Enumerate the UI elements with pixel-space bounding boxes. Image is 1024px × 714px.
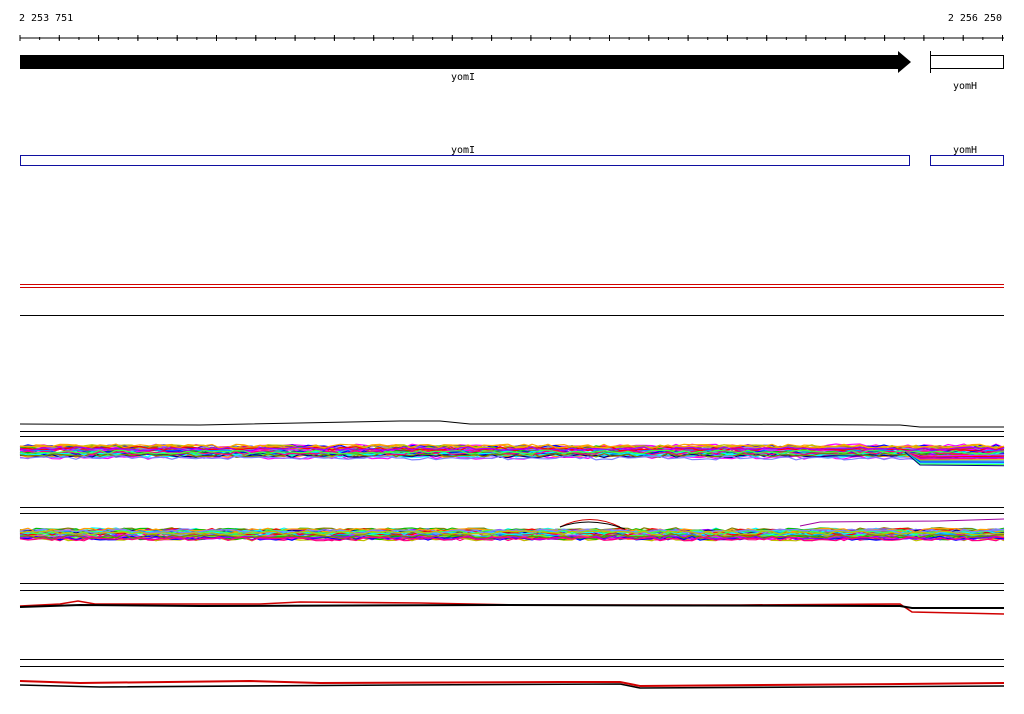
genome-browser-canvas: yomI yomH yomI yomH	[19, 35, 1005, 689]
profile-line-upper	[19, 420, 1004, 428]
expression-profile-track-4	[19, 679, 1005, 689]
gene-label-yomH: yomH	[953, 81, 977, 92]
expression-profile-track-3	[19, 600, 1005, 667]
annotation-track: yomI yomH	[20, 145, 1004, 166]
expression-profile-track-2	[19, 518, 1005, 591]
annotation-label-yomI: yomI	[451, 145, 475, 156]
gene-track: yomI yomH	[20, 51, 1004, 92]
profile-line	[559, 519, 621, 528]
gene-yomH[interactable]: yomH	[930, 51, 1004, 92]
profile-line	[799, 518, 1005, 527]
profile-line-black	[19, 603, 1004, 609]
expression-profile-track-1	[19, 420, 1005, 514]
gene-yomI[interactable]: yomI	[20, 51, 911, 83]
annotation-box-yomI[interactable]	[20, 155, 910, 166]
profile-line-red	[19, 600, 1005, 615]
gene-label-yomI: yomI	[451, 72, 475, 83]
single-profile-track	[20, 284, 1004, 316]
annotation-label-yomH: yomH	[953, 145, 977, 156]
gene-arrow-yomI[interactable]	[20, 51, 911, 73]
coordinate-ruler	[19, 35, 1004, 41]
annotation-box-yomH[interactable]	[930, 155, 1004, 166]
gene-box-yomH[interactable]	[930, 55, 1004, 69]
